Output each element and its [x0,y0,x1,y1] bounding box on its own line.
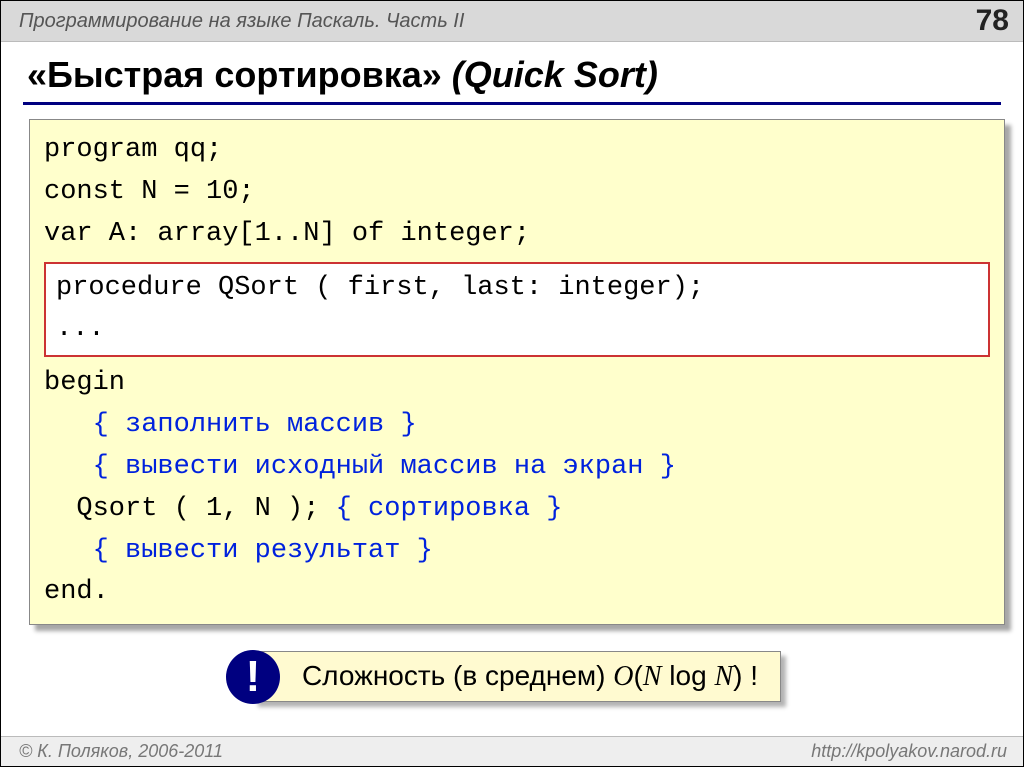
code-comment: { вывести исходный массив на экран } [44,447,990,489]
code-line: const N = 10; [44,172,990,214]
header-bar: Программирование на языке Паскаль. Часть… [1,1,1023,42]
code-fragment: Qsort ( 1, N ); [44,494,336,524]
code-comment: { вывести результат } [44,531,990,573]
slide-title: «Быстрая сортировка» (Quick Sort) [1,42,1023,102]
code-comment: { заполнить массив } [44,405,990,447]
code-line: end. [44,572,990,614]
var-N: N [643,661,662,692]
page-number: 78 [976,4,1009,38]
log: log [662,660,715,691]
code-comment: { сортировка } [336,494,563,524]
code-line: program qq; [44,130,990,172]
bigO: O [613,661,633,692]
title-main: «Быстрая сортировка» [27,54,442,95]
code-line: begin [44,363,990,405]
complexity-row: ! Сложность (в среднем) O(N log N) ! [29,651,1005,702]
complexity-text: Сложность (в среднем) [302,660,613,691]
copyright: © К. Поляков, 2006-2011 [19,741,223,762]
title-rule [23,102,1001,105]
trailing-bang: ! [742,660,758,691]
var-N: N [714,661,733,692]
highlighted-proc-box: procedure QSort ( first, last: integer);… [44,262,990,358]
code-line: ... [56,309,978,351]
code-line: var A: array[1..N] of integer; [44,214,990,256]
title-sub: (Quick Sort) [452,54,658,95]
complexity-box: ! Сложность (в среднем) O(N log N) ! [253,651,781,702]
breadcrumb: Программирование на языке Паскаль. Часть… [19,10,464,33]
paren: ( [634,660,643,691]
footer-bar: © К. Поляков, 2006-2011 http://kpolyakov… [1,736,1023,766]
code-area: program qq; const N = 10; var A: array[1… [1,119,1023,702]
footer-url: http://kpolyakov.narod.ru [811,741,1007,762]
slide: Программирование на языке Паскаль. Часть… [0,0,1024,767]
code-line: Qsort ( 1, N ); { сортировка } [44,489,990,531]
code-box: program qq; const N = 10; var A: array[1… [29,119,1005,625]
code-line: procedure QSort ( first, last: integer); [56,268,978,310]
exclamation-badge: ! [226,650,280,704]
